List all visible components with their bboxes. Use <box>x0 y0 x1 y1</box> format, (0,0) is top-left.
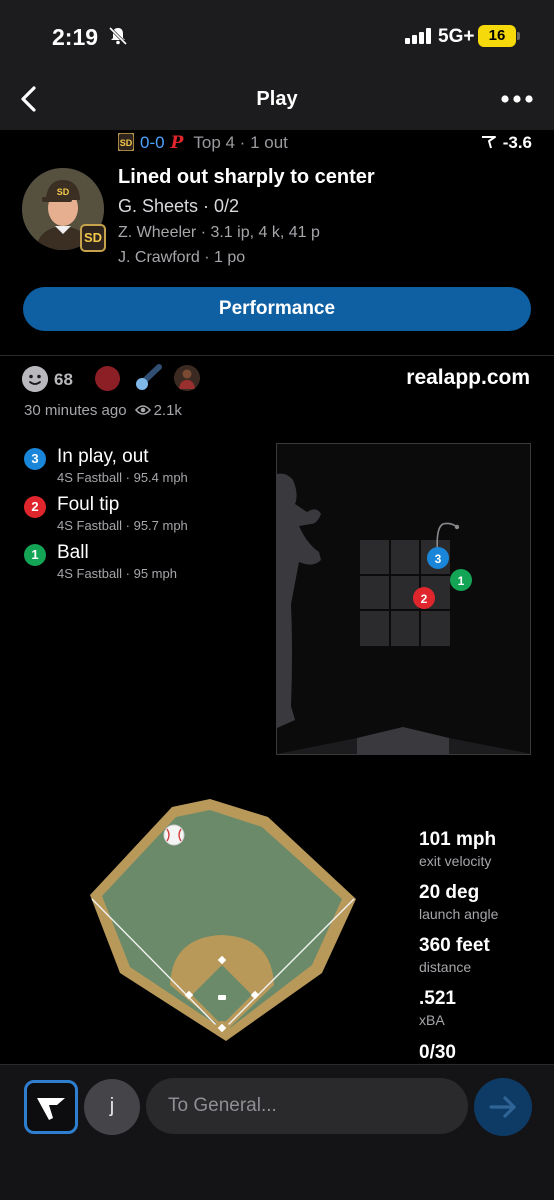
battery-tip <box>517 32 520 40</box>
pitch-detail: 4S Fastball · 95.7 mph <box>57 518 188 533</box>
user-avatar[interactable]: j <box>84 1079 140 1135</box>
smile-reaction-icon[interactable] <box>22 366 48 392</box>
stat-value: 20 deg <box>419 882 480 903</box>
pitch-number-badge: 1 <box>24 544 46 566</box>
performance-button[interactable]: Performance <box>23 287 531 331</box>
stat-hr-parks: 0/30 <box>419 1042 456 1064</box>
strike-zone-panel: 3 2 1 <box>276 443 531 755</box>
divider <box>0 1064 554 1065</box>
win-prob-value: -3.6 <box>502 133 532 152</box>
message-input[interactable] <box>146 1078 468 1134</box>
app-logo-icon <box>37 1098 65 1120</box>
send-arrow-icon <box>489 1096 516 1118</box>
pitch-detail: 4S Fastball · 95.4 mph <box>57 470 188 485</box>
team-badge: SD <box>80 224 106 252</box>
signal-icon <box>405 28 431 44</box>
eye-icon <box>134 405 151 415</box>
stat-launch-angle: 20 deg launch angle <box>419 882 498 922</box>
game-status-line: SD 0-0 P Top 4 · 1 out <box>118 133 288 153</box>
pitch-number-badge: 3 <box>24 448 46 470</box>
play-title: Lined out sharply to center <box>118 166 375 188</box>
win-probability: -3.6 <box>481 133 532 153</box>
stat-label: xBA <box>419 1012 445 1028</box>
stat-value: 0/30 <box>419 1042 456 1063</box>
svg-text:2: 2 <box>421 592 428 606</box>
send-button[interactable] <box>474 1078 532 1136</box>
pitch-result: In play, out <box>57 446 149 467</box>
stat-label: distance <box>419 959 472 975</box>
field-diagram <box>90 799 356 1041</box>
pitch-marker-1: 1 <box>450 569 472 591</box>
stat-value: 360 feet <box>419 935 490 956</box>
stat-label: exit velocity <box>419 853 492 869</box>
stat-xba: .521 xBA <box>419 988 456 1028</box>
pitch-detail: 4S Fastball · 95 mph <box>57 566 177 581</box>
divider <box>0 355 554 356</box>
pitcher-line[interactable]: Z. Wheeler · 3.1 ip, 4 k, 41 p <box>118 224 320 242</box>
svg-text:1: 1 <box>458 574 465 588</box>
svg-text:SD: SD <box>57 187 70 197</box>
comet-reaction-icon[interactable] <box>134 364 162 392</box>
batter-line[interactable]: G. Sheets · 0/2 <box>118 196 239 217</box>
network-type: 5G+ <box>438 26 475 47</box>
stat-value: 101 mph <box>419 829 497 850</box>
win-prob-flag-icon <box>481 136 496 149</box>
svg-text:SD: SD <box>120 138 133 148</box>
player-reaction-icon[interactable] <box>174 365 200 391</box>
padres-logo-icon: SD <box>118 133 134 151</box>
red-dot-reaction-icon[interactable] <box>95 366 120 391</box>
app-logo-button[interactable] <box>24 1080 78 1134</box>
stat-exit-velocity: 101 mph exit velocity <box>419 829 496 869</box>
reaction-count: 68 <box>54 370 73 389</box>
pitch-result: Foul tip <box>57 494 120 515</box>
pitch-result: Ball <box>57 542 89 563</box>
more-icon[interactable] <box>500 92 534 106</box>
pitchers-mound <box>218 995 226 1000</box>
battery-icon: 16 <box>478 25 516 47</box>
status-time: 2:19 <box>52 24 99 50</box>
inning-status: Top 4 · 1 out <box>193 133 288 152</box>
pitch-marker-2: 2 <box>413 587 435 609</box>
stat-value: .521 <box>419 988 456 1009</box>
baseball-landing-icon <box>163 824 185 846</box>
status-bar: 2:19 5G+ 16 <box>0 0 554 72</box>
bell-muted-icon <box>108 26 128 46</box>
strike-zone-graphic: 3 2 1 <box>277 473 530 754</box>
batter-silhouette <box>277 473 321 728</box>
watermark: realapp.com <box>406 366 530 389</box>
posted-time: 30 minutes ago <box>24 402 127 419</box>
post-meta: 30 minutes ago 2.1k <box>24 402 182 419</box>
stat-label: launch angle <box>419 906 499 922</box>
nav-bar: Play <box>0 72 554 130</box>
page-title: Play <box>256 88 298 110</box>
game-score: 0-0 <box>140 133 165 152</box>
svg-text:3: 3 <box>435 552 442 566</box>
phillies-logo-icon: P <box>170 133 184 153</box>
stat-distance: 360 feet distance <box>419 935 490 975</box>
fielder-line[interactable]: J. Crawford · 1 po <box>118 249 245 267</box>
pitch-number-badge: 2 <box>24 496 46 518</box>
view-count: 2.1k <box>153 402 182 419</box>
pitch-marker-3: 3 <box>427 547 449 569</box>
